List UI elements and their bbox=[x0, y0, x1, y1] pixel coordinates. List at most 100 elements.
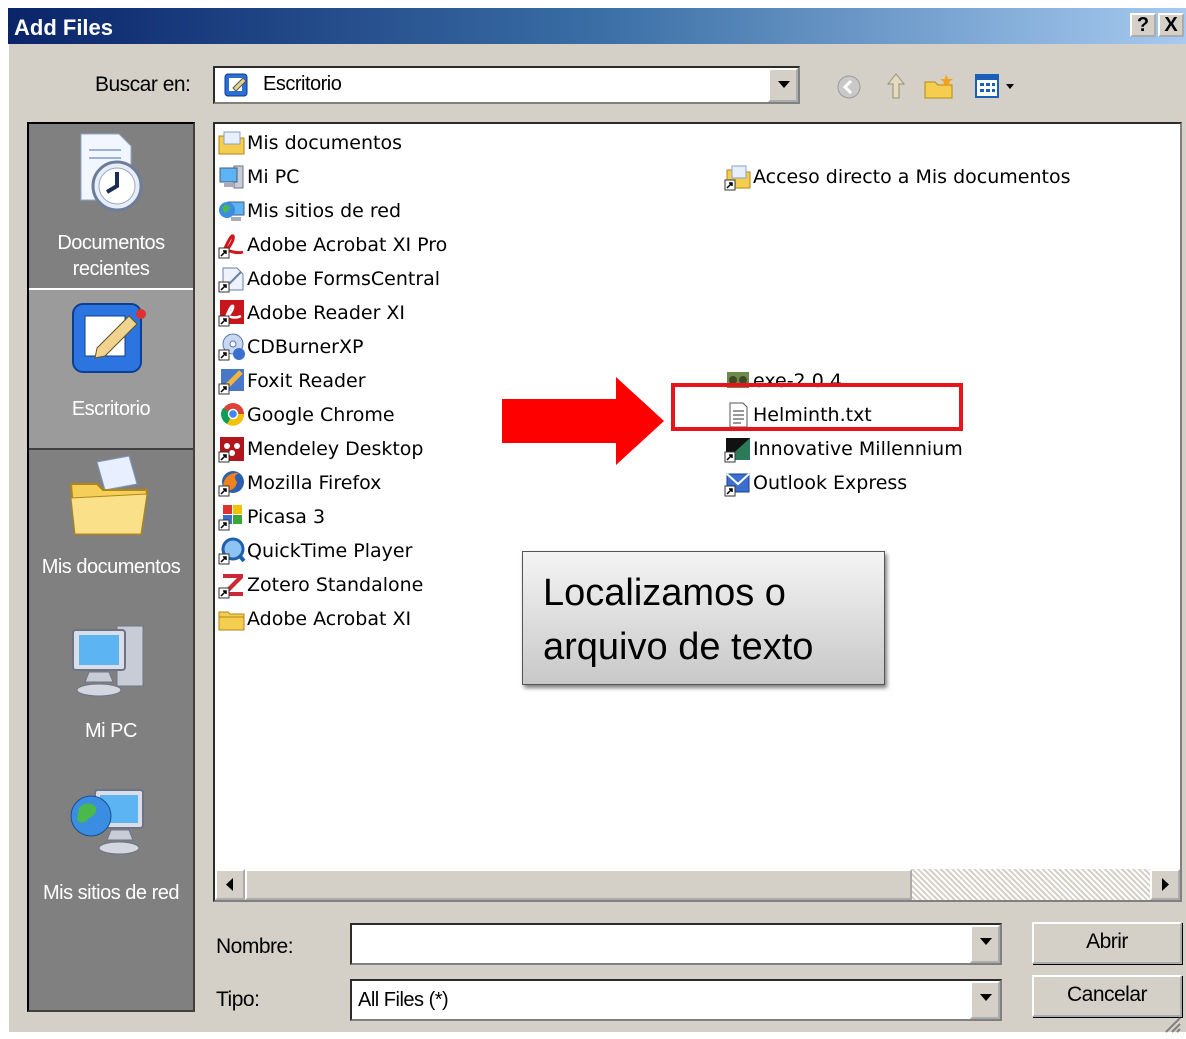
close-button[interactable]: X bbox=[1158, 13, 1184, 37]
list-item[interactable]: Adobe Acrobat XI bbox=[217, 604, 411, 634]
list-item[interactable]: Foxit Reader bbox=[217, 366, 366, 396]
file-name: Innovative Millennium bbox=[753, 438, 963, 460]
place-my-documents[interactable]: Mis documentos bbox=[29, 448, 193, 588]
lookin-label: Buscar en: bbox=[95, 73, 191, 96]
file-name: CDBurnerXP bbox=[247, 336, 364, 358]
mendeley-icon bbox=[217, 434, 247, 464]
place-label: recientes bbox=[72, 258, 150, 280]
my-documents-icon bbox=[69, 455, 149, 535]
place-recent-documents[interactable]: Documentos recientes bbox=[29, 124, 193, 289]
my-computer-icon bbox=[72, 625, 144, 697]
filetype-value: All Files (*) bbox=[358, 989, 449, 1011]
computer-icon bbox=[217, 162, 247, 192]
scroll-left-button[interactable] bbox=[215, 869, 245, 900]
cancel-button[interactable]: Cancelar bbox=[1032, 975, 1182, 1017]
new-folder-icon[interactable] bbox=[922, 70, 958, 102]
file-name: Foxit Reader bbox=[247, 370, 366, 392]
place-label: Mi PC bbox=[85, 720, 137, 742]
list-item[interactable]: Zotero Standalone bbox=[217, 570, 423, 600]
filename-field[interactable] bbox=[350, 923, 1002, 965]
title-bar[interactable]: Add Files ? X bbox=[8, 8, 1186, 44]
filetype-dropdown-button[interactable] bbox=[970, 981, 1000, 1019]
file-name: Mi PC bbox=[247, 166, 300, 188]
place-label: Mis documentos bbox=[41, 556, 181, 578]
back-icon[interactable] bbox=[834, 72, 864, 102]
list-item[interactable]: Mozilla Firefox bbox=[217, 468, 381, 498]
place-network[interactable]: Mis sitios de red bbox=[29, 774, 193, 914]
recent-documents-icon bbox=[80, 133, 143, 212]
up-folder-icon[interactable] bbox=[882, 70, 912, 102]
millennium-icon bbox=[723, 434, 753, 464]
place-label: Escritorio bbox=[71, 398, 151, 420]
file-name: Mozilla Firefox bbox=[247, 472, 382, 494]
view-menu-icon[interactable] bbox=[972, 70, 1018, 102]
arrow-left-icon bbox=[226, 878, 233, 891]
filename-dropdown-button[interactable] bbox=[970, 925, 1000, 963]
file-name: Mendeley Desktop bbox=[247, 438, 424, 460]
scroll-thumb[interactable] bbox=[245, 869, 912, 900]
list-item[interactable]: Mi PC bbox=[217, 162, 299, 192]
help-button[interactable]: ? bbox=[1130, 13, 1156, 37]
file-name: Mis documentos bbox=[247, 132, 402, 154]
scroll-right-button[interactable] bbox=[1150, 869, 1180, 900]
list-item[interactable]: Adobe Reader XI bbox=[217, 298, 405, 328]
list-item[interactable]: Google Chrome bbox=[217, 400, 395, 430]
place-label: Documentos bbox=[57, 232, 165, 254]
file-name: Adobe Reader XI bbox=[247, 302, 406, 324]
file-list[interactable]: Mis documentos Mi PC Mis sitios de red A… bbox=[213, 122, 1182, 902]
reader-icon bbox=[217, 298, 247, 328]
firefox-icon bbox=[217, 468, 247, 498]
lookin-dropdown-button[interactable] bbox=[768, 68, 798, 102]
desktop-small-icon bbox=[224, 73, 248, 97]
list-item[interactable]: Innovative Millennium bbox=[723, 434, 963, 464]
list-item[interactable]: QuickTime Player bbox=[217, 536, 412, 566]
list-item[interactable]: Outlook Express bbox=[723, 468, 907, 498]
acrobat-icon bbox=[217, 230, 247, 260]
red-arrow-annotation bbox=[502, 377, 664, 465]
outlook-icon bbox=[723, 468, 753, 498]
filetype-select[interactable]: All Files (*) bbox=[350, 979, 1002, 1021]
network-icon bbox=[217, 196, 247, 226]
lookin-value: Escritorio bbox=[263, 73, 342, 95]
horizontal-scrollbar[interactable] bbox=[215, 869, 1180, 900]
highlight-box bbox=[671, 383, 963, 431]
file-name: Outlook Express bbox=[753, 472, 908, 494]
file-name: Mis sitios de red bbox=[247, 200, 402, 222]
place-desktop[interactable]: Escritorio bbox=[29, 288, 193, 450]
file-name: Zotero Standalone bbox=[247, 574, 424, 596]
shortcut-icon bbox=[723, 162, 753, 192]
zotero-icon bbox=[217, 570, 247, 600]
filename-label: Nombre: bbox=[216, 935, 294, 958]
chrome-icon bbox=[217, 400, 247, 430]
list-item[interactable]: CDBurnerXP bbox=[217, 332, 363, 362]
folder-icon bbox=[217, 128, 247, 158]
open-button[interactable]: Abrir bbox=[1032, 922, 1182, 964]
callout-line: arquivo de texto bbox=[543, 626, 814, 668]
cdburner-icon bbox=[217, 332, 247, 362]
file-name: Adobe Acrobat XI bbox=[247, 608, 412, 630]
places-bar: Documentos recientes Escritorio Mis docu… bbox=[27, 122, 195, 1012]
quicktime-icon bbox=[217, 536, 247, 566]
lookin-combo[interactable]: Escritorio bbox=[213, 66, 800, 104]
list-item[interactable]: Mis documentos bbox=[217, 128, 402, 158]
folder-icon bbox=[217, 604, 247, 634]
file-name: Acceso directo a Mis documentos bbox=[753, 166, 1071, 188]
formscentral-icon bbox=[217, 264, 247, 294]
list-item[interactable]: Adobe Acrobat XI Pro bbox=[217, 230, 447, 260]
foxit-icon bbox=[217, 366, 247, 396]
list-item[interactable]: Adobe FormsCentral bbox=[217, 264, 440, 294]
list-item[interactable]: Acceso directo a Mis documentos bbox=[723, 162, 1070, 192]
arrow-right-icon bbox=[1162, 878, 1169, 891]
callout-annotation: Localizamos o arquivo de texto bbox=[522, 551, 885, 685]
resize-grip-icon[interactable] bbox=[1160, 1012, 1182, 1034]
list-item[interactable]: Mis sitios de red bbox=[217, 196, 401, 226]
list-item[interactable]: Mendeley Desktop bbox=[217, 434, 423, 464]
file-name: Adobe FormsCentral bbox=[247, 268, 441, 290]
place-my-computer[interactable]: Mi PC bbox=[29, 610, 193, 750]
list-item[interactable]: Picasa 3 bbox=[217, 502, 325, 532]
file-name: Adobe Acrobat XI Pro bbox=[247, 234, 448, 256]
window-title: Add Files bbox=[14, 15, 114, 40]
desktop-icon bbox=[72, 303, 146, 373]
file-name: Google Chrome bbox=[247, 404, 395, 426]
filetype-label: Tipo: bbox=[216, 988, 260, 1011]
